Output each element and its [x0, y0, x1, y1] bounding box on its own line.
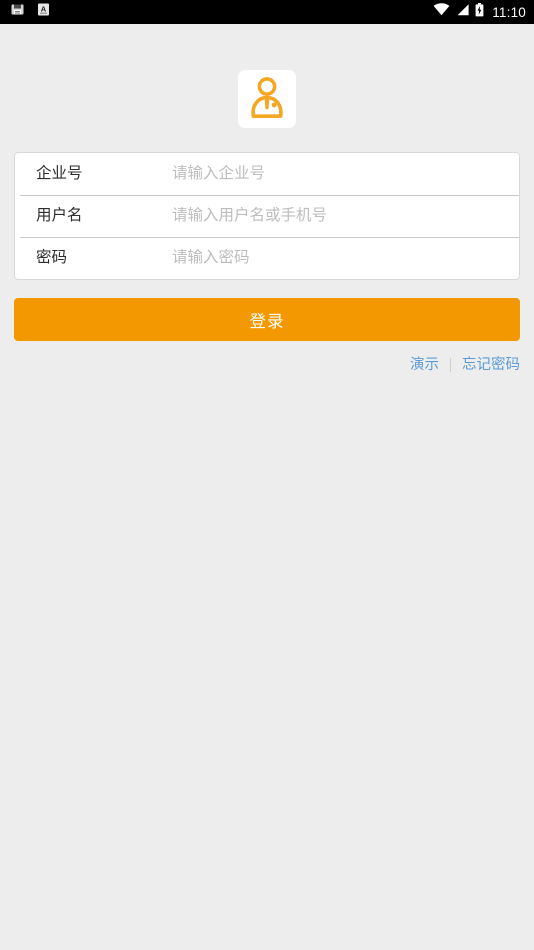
input-method-icon: A — [37, 3, 50, 21]
password-label: 密码 — [36, 249, 68, 267]
login-button[interactable]: 登录 — [14, 298, 520, 341]
demo-link[interactable]: 演示 — [410, 358, 439, 373]
field-row-password[interactable]: 密码 — [15, 237, 519, 279]
cellular-signal-icon — [455, 3, 470, 21]
user-avatar-logo-icon — [247, 76, 287, 123]
status-bar: A 11:10 — [0, 0, 534, 24]
forgot-password-link[interactable]: 忘记密码 — [462, 358, 520, 373]
field-row-username[interactable]: 用户名 — [15, 195, 519, 237]
status-bar-clock: 11:10 — [492, 4, 526, 20]
battery-charging-icon — [475, 2, 484, 22]
field-row-enterprise[interactable]: 企业号 — [15, 153, 519, 195]
enterprise-input[interactable] — [172, 153, 519, 195]
login-screen: 企业号 用户名 密码 登录 演示 忘记密码 — [0, 24, 534, 950]
link-separator — [450, 358, 451, 373]
wifi-icon — [433, 3, 450, 21]
app-logo — [238, 70, 296, 128]
svg-text:A: A — [41, 4, 47, 13]
notification-sd-icon — [11, 3, 24, 21]
auxiliary-links: 演示 忘记密码 — [14, 358, 520, 373]
password-input[interactable] — [172, 237, 519, 279]
enterprise-label: 企业号 — [36, 165, 83, 183]
login-form-card: 企业号 用户名 密码 — [14, 152, 520, 280]
username-input[interactable] — [172, 195, 519, 237]
status-bar-left-icons: A — [11, 3, 433, 21]
username-label: 用户名 — [36, 207, 83, 225]
status-bar-right-icons: 11:10 — [433, 2, 526, 22]
